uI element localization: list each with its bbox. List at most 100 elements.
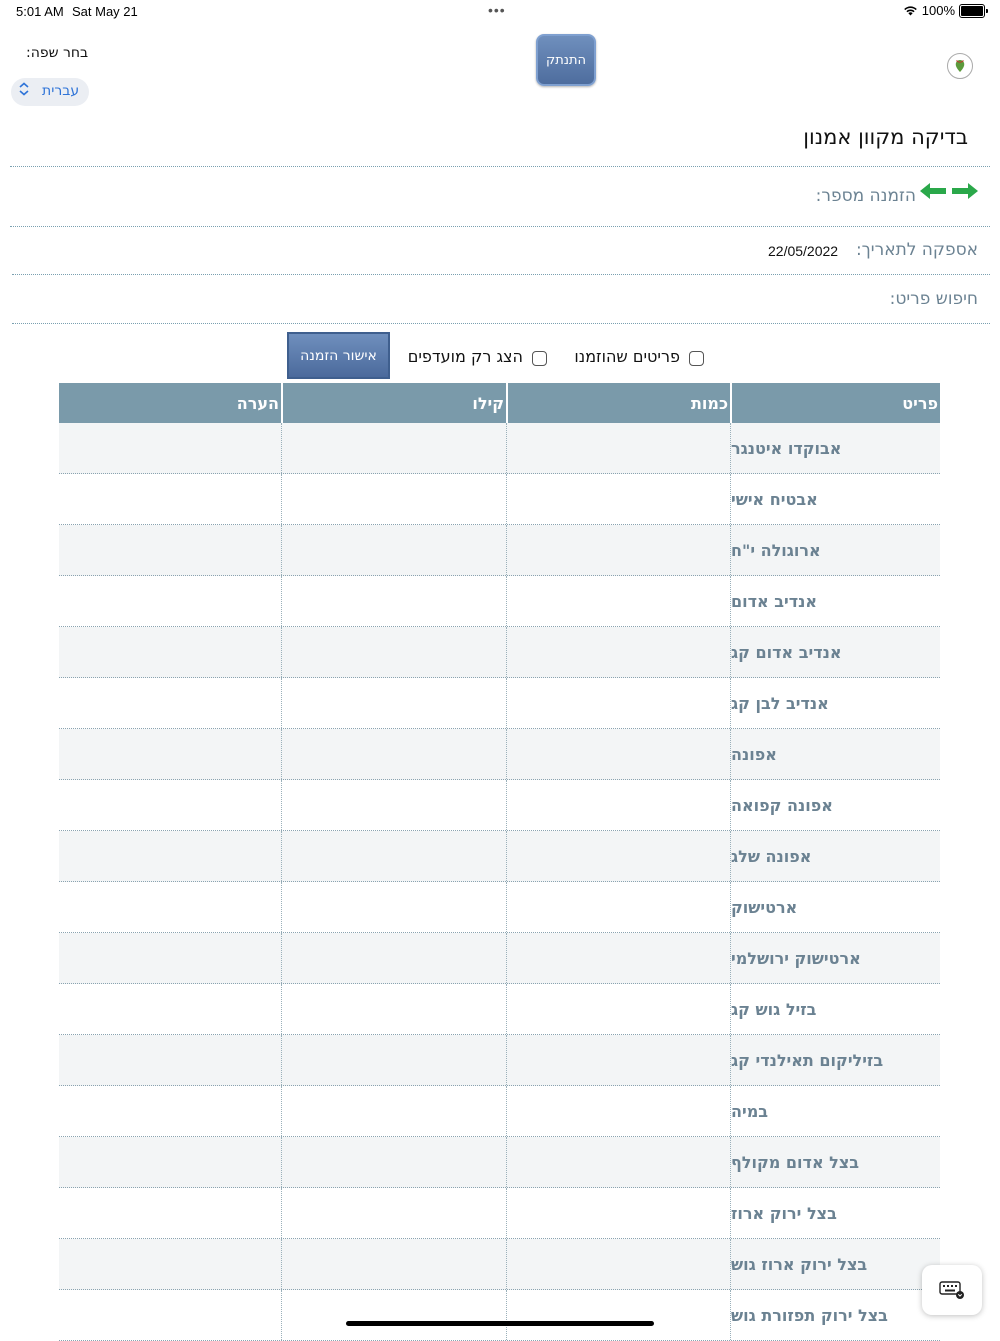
kilo-input-cell[interactable]	[281, 933, 506, 983]
kilo-input-cell[interactable]	[281, 627, 506, 677]
note-cell[interactable]	[59, 678, 281, 728]
note-cell[interactable]	[59, 729, 281, 779]
quantity-input-cell[interactable]	[506, 1290, 730, 1340]
confirm-order-button[interactable]: אישור הזמנה	[287, 332, 390, 379]
quantity-input-cell[interactable]	[506, 627, 730, 677]
kilo-input-cell[interactable]	[281, 729, 506, 779]
quantity-input-cell[interactable]	[506, 525, 730, 575]
kilo-input-cell[interactable]	[281, 474, 506, 524]
order-number-label: הזמנה מספר:	[815, 186, 916, 206]
page-title: בדיקה מקוון אמנון	[803, 125, 968, 149]
table-header: הערה קילו כמות פריט	[59, 383, 940, 423]
kilo-input-cell[interactable]	[281, 1239, 506, 1289]
delivery-date-value[interactable]: 22/05/2022	[768, 243, 838, 259]
table-row[interactable]: אפונה	[59, 729, 940, 780]
status-date: Sat May 21	[72, 4, 138, 19]
kilo-input-cell[interactable]	[281, 1137, 506, 1187]
item-name-cell: בצל ירוק ארוז גוש	[730, 1239, 940, 1289]
table-row[interactable]: אנדיב אדום	[59, 576, 940, 627]
status-right: 100%	[903, 3, 988, 18]
column-header-kilo: קילו	[281, 383, 506, 423]
table-row[interactable]: בזיל גוש קג	[59, 984, 940, 1035]
swap-arrows-icon[interactable]	[920, 182, 978, 200]
up-down-chevron-icon	[19, 82, 29, 97]
quantity-input-cell[interactable]	[506, 831, 730, 881]
kilo-input-cell[interactable]	[281, 1188, 506, 1238]
kilo-input-cell[interactable]	[281, 1086, 506, 1136]
multitasking-dots-icon[interactable]: •••	[488, 2, 506, 18]
quantity-input-cell[interactable]	[506, 1086, 730, 1136]
quantity-input-cell[interactable]	[506, 474, 730, 524]
delivery-date-label: אספקה לתאריך:	[855, 240, 978, 260]
note-cell[interactable]	[59, 474, 281, 524]
table-row[interactable]: אפונה שלג	[59, 831, 940, 882]
table-row[interactable]: במיה	[59, 1086, 940, 1137]
kilo-input-cell[interactable]	[281, 984, 506, 1034]
kilo-input-cell[interactable]	[281, 576, 506, 626]
table-row[interactable]: אנדיב לבן קג	[59, 678, 940, 729]
keyboard-icon[interactable]	[922, 1265, 982, 1315]
note-cell[interactable]	[59, 525, 281, 575]
quantity-input-cell[interactable]	[506, 423, 730, 473]
kilo-input-cell[interactable]	[281, 1035, 506, 1085]
table-row[interactable]: בצל ירוק ארוז	[59, 1188, 940, 1239]
favorites-only-checkbox[interactable]	[532, 351, 547, 366]
table-row[interactable]: בזיליקום תאילנדי קג	[59, 1035, 940, 1086]
item-name-cell: בזיליקום תאילנדי קג	[730, 1035, 940, 1085]
quantity-input-cell[interactable]	[506, 933, 730, 983]
table-row[interactable]: בצל אדום מקולף	[59, 1137, 940, 1188]
item-name-cell: ארטישוק ירושלמי	[730, 933, 940, 983]
kilo-input-cell[interactable]	[281, 780, 506, 830]
kilo-input-cell[interactable]	[281, 423, 506, 473]
table-body: אבוקדו איטנגר אבטיח אישי ארוגולה י"ח אנדיב …	[59, 423, 940, 1341]
table-row[interactable]: אבוקדו איטנגר	[59, 423, 940, 474]
quantity-input-cell[interactable]	[506, 576, 730, 626]
table-row[interactable]: בצל ירוק ארוז גוש	[59, 1239, 940, 1290]
note-cell[interactable]	[59, 1188, 281, 1238]
quantity-input-cell[interactable]	[506, 1239, 730, 1289]
table-row[interactable]: בצל ירוק תפזורת גוש	[59, 1290, 940, 1341]
table-row[interactable]: אפונה קפואה	[59, 780, 940, 831]
table-row[interactable]: ארוגולה י"ח	[59, 525, 940, 576]
item-name-cell: במיה	[730, 1086, 940, 1136]
note-cell[interactable]	[59, 1035, 281, 1085]
kilo-input-cell[interactable]	[281, 525, 506, 575]
language-select[interactable]: עברית	[11, 78, 89, 106]
search-item-label[interactable]: חיפוש פריט:	[890, 289, 978, 309]
divider	[12, 323, 990, 324]
item-name-cell: אבטיח אישי	[730, 474, 940, 524]
home-indicator[interactable]	[346, 1321, 654, 1326]
table-row[interactable]: ארטישוק	[59, 882, 940, 933]
quantity-input-cell[interactable]	[506, 984, 730, 1034]
quantity-input-cell[interactable]	[506, 1137, 730, 1187]
kilo-input-cell[interactable]	[281, 882, 506, 932]
ordered-items-checkbox[interactable]	[689, 351, 704, 366]
note-cell[interactable]	[59, 423, 281, 473]
kilo-input-cell[interactable]	[281, 831, 506, 881]
note-cell[interactable]	[59, 1290, 281, 1340]
note-cell[interactable]	[59, 1137, 281, 1187]
note-cell[interactable]	[59, 882, 281, 932]
table-row[interactable]: אבטיח אישי	[59, 474, 940, 525]
company-logo-icon	[947, 53, 973, 79]
note-cell[interactable]	[59, 780, 281, 830]
disconnect-button[interactable]: התנתק	[536, 34, 596, 86]
quantity-input-cell[interactable]	[506, 780, 730, 830]
note-cell[interactable]	[59, 933, 281, 983]
note-cell[interactable]	[59, 1239, 281, 1289]
note-cell[interactable]	[59, 831, 281, 881]
note-cell[interactable]	[59, 1086, 281, 1136]
item-name-cell: אפונה קפואה	[730, 780, 940, 830]
quantity-input-cell[interactable]	[506, 678, 730, 728]
quantity-input-cell[interactable]	[506, 882, 730, 932]
note-cell[interactable]	[59, 984, 281, 1034]
quantity-input-cell[interactable]	[506, 1035, 730, 1085]
quantity-input-cell[interactable]	[506, 1188, 730, 1238]
note-cell[interactable]	[59, 627, 281, 677]
quantity-input-cell[interactable]	[506, 729, 730, 779]
table-row[interactable]: אנדיב אדום קג	[59, 627, 940, 678]
table-row[interactable]: ארטישוק ירושלמי	[59, 933, 940, 984]
kilo-input-cell[interactable]	[281, 1290, 506, 1340]
note-cell[interactable]	[59, 576, 281, 626]
kilo-input-cell[interactable]	[281, 678, 506, 728]
